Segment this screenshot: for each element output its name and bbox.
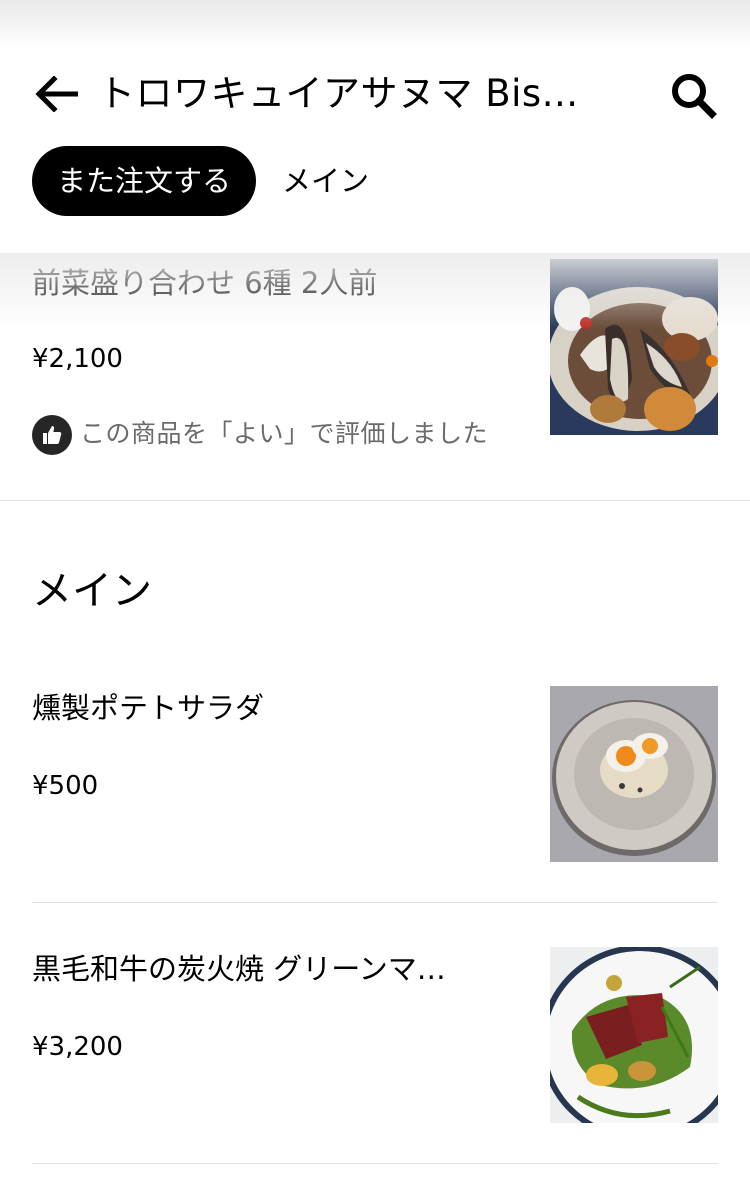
item-photo-wagyu xyxy=(550,947,718,1123)
section-title-main: メイン xyxy=(32,568,152,614)
arrow-left-icon xyxy=(35,76,78,112)
menu-item-appetizer-platter[interactable]: 前菜盛り合わせ 6種 2人前 ¥2,100 この商品を「よい」で評価しました xyxy=(0,253,750,500)
item-rating: この商品を「よい」で評価しました xyxy=(32,415,507,455)
item-divider xyxy=(32,902,718,903)
store-menu-page: トロワキュイアサヌマ Bis... また注文する メイン 前菜盛り合わせ 6種 … xyxy=(0,0,750,1185)
item-name: 黒毛和牛の炭火焼 グリーンマ… xyxy=(32,952,446,986)
menu-item-smoked-potato-salad[interactable]: 燻製ポテトサラダ ¥500 xyxy=(0,686,750,902)
store-title: トロワキュイアサヌマ Bis... xyxy=(98,72,579,115)
item-price: ¥500 xyxy=(32,771,99,801)
item-name: 燻製ポテトサラダ xyxy=(32,691,265,725)
header: トロワキュイアサヌマ Bis... また注文する メイン xyxy=(0,0,750,253)
item-price: ¥3,200 xyxy=(32,1032,123,1062)
search-button[interactable] xyxy=(664,66,722,124)
tab-reorder[interactable]: また注文する xyxy=(32,146,257,216)
search-icon xyxy=(672,74,717,119)
item-photo-appetizer-platter xyxy=(550,259,718,435)
category-tabs: また注文する メイン xyxy=(32,146,369,216)
rating-text: この商品を「よい」で評価しました xyxy=(80,419,489,448)
item-price: ¥2,100 xyxy=(32,344,123,374)
item-photo-potato-salad xyxy=(550,686,718,862)
status-bar-area xyxy=(0,0,750,50)
tab-main[interactable]: メイン xyxy=(282,146,369,216)
item-divider xyxy=(32,1163,718,1164)
menu-item-wagyu-charcoal-grill[interactable]: 黒毛和牛の炭火焼 グリーンマ… ¥3,200 xyxy=(0,947,750,1163)
thumbs-up-icon xyxy=(32,415,72,455)
section-divider xyxy=(0,500,750,501)
item-name: 前菜盛り合わせ 6種 2人前 xyxy=(32,266,378,300)
back-button[interactable] xyxy=(30,68,82,120)
